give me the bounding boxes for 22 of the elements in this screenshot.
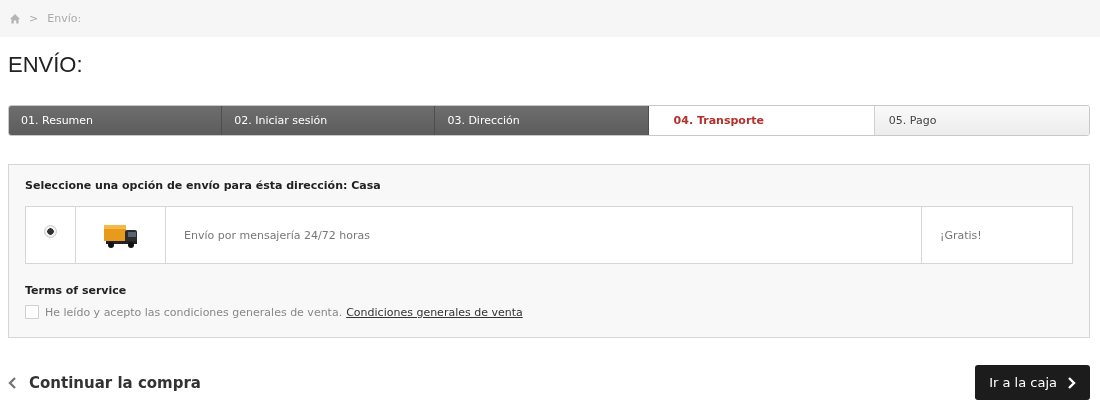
chevron-left-icon	[8, 376, 17, 389]
checkout-button[interactable]: Ir a la caja	[975, 365, 1090, 400]
checkbox[interactable]	[25, 305, 39, 319]
checkbox-label: He leído y acepto las condiciones generales de venta.	[45, 305, 343, 319]
carrier-price: ¡Gratis!	[940, 228, 982, 242]
section-heading: Seleccione una opción de envío para ésta dirección: Casa	[25, 179, 382, 192]
home-icon	[10, 13, 20, 24]
chevron-right-icon	[1067, 376, 1076, 389]
breadcrumb-separator: >	[29, 12, 39, 25]
terms-link[interactable]: Condiciones generales de venta	[346, 305, 523, 319]
step-tab[interactable]: 01. Resumen	[9, 106, 223, 135]
page-title: ENVÍO:	[8, 52, 84, 79]
carrier-option[interactable]: Envío por mensajería 24/72 horas ¡Gratis!	[25, 206, 1073, 264]
continue-shopping-link[interactable]: Continuar la compra	[8, 373, 201, 392]
step-tab[interactable]: 03. Dirección	[435, 106, 649, 135]
radio-button[interactable]	[44, 224, 57, 238]
home-link[interactable]	[10, 13, 20, 24]
breadcrumb-item: Envío:	[47, 12, 82, 25]
step-tab[interactable]: 05. Pago	[874, 106, 1089, 135]
carrier-name: Envío por mensajería 24/72 horas	[184, 228, 370, 242]
step-tab[interactable]: 02. Iniciar sesión	[222, 106, 436, 135]
section-heading: Terms of service	[25, 284, 128, 297]
